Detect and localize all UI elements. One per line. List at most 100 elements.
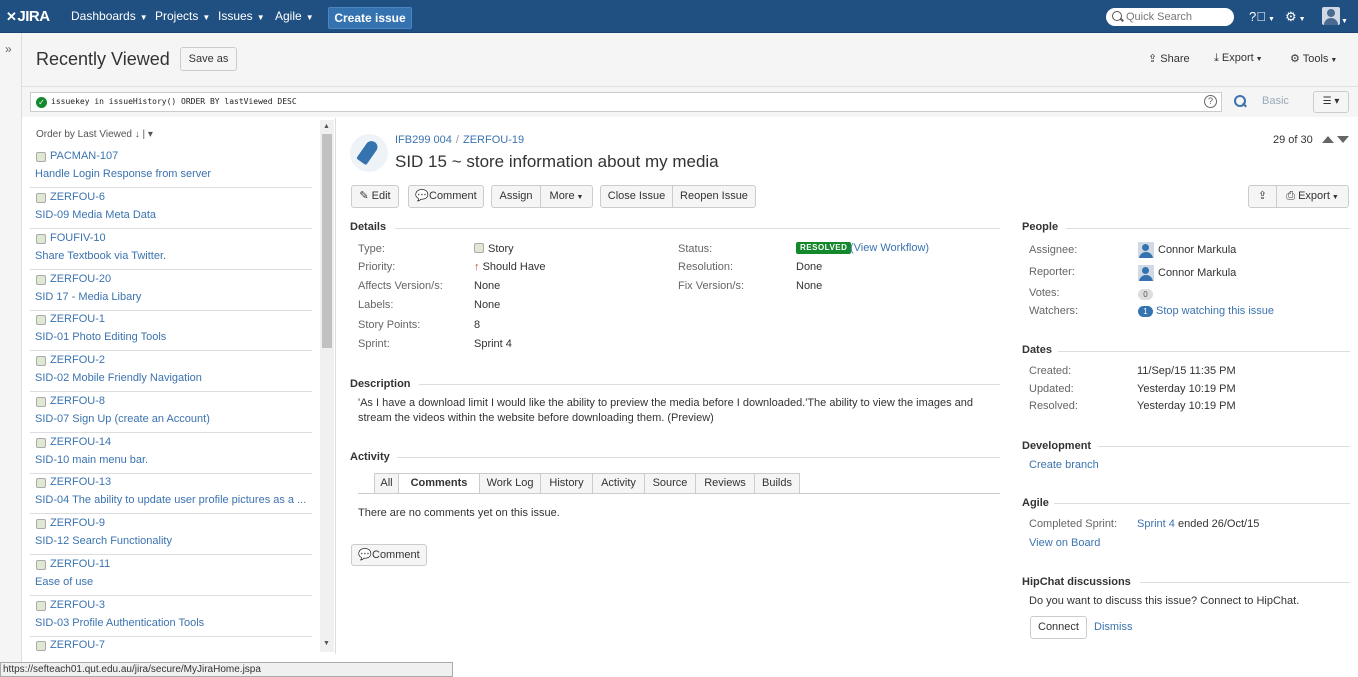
list-item[interactable]: ZERFOU-7 <box>30 637 312 654</box>
list-item[interactable]: ZERFOU-8 SID-07 Sign Up (create an Accoun… <box>30 393 312 433</box>
breadcrumb-project[interactable]: IFB299 004/ <box>395 134 463 146</box>
list-item[interactable]: ZERFOU-13 SID-04 The ability to update us… <box>30 474 312 514</box>
chevron-down-icon[interactable]: ▼ <box>1341 13 1348 30</box>
list-item[interactable]: ZERFOU-3 SID-03 Profile Authentication To… <box>30 597 312 637</box>
tab-work-log[interactable]: Work Log <box>479 473 541 494</box>
assign-button[interactable]: Assign <box>491 185 541 208</box>
description-text-line[interactable]: stream the videos within the website bef… <box>358 412 714 424</box>
list-item[interactable]: ZERFOU-20 SID 17 - Media Libary <box>30 271 312 311</box>
story-icon <box>36 193 46 203</box>
syntax-help-icon[interactable]: ? <box>1204 95 1217 108</box>
priority-up-arrow-icon: ↑ <box>474 261 483 273</box>
help-menu[interactable]: ?⃝ ▼ <box>1249 8 1275 28</box>
sprint-link[interactable]: Sprint 4 <box>1137 518 1175 530</box>
layout-switcher-button[interactable]: ☰ ▾ <box>1313 91 1349 113</box>
scroll-up-icon[interactable]: ▲ <box>323 123 330 130</box>
share-issue-button[interactable]: ⇪ <box>1248 185 1277 208</box>
reporter-label: Reporter: <box>1029 266 1075 278</box>
nav-projects[interactable]: Projects ▼ <box>155 0 210 33</box>
admin-menu[interactable]: ⚙ ▼ <box>1285 8 1306 28</box>
assignee-label: Assignee: <box>1029 244 1078 256</box>
connect-button[interactable]: Connect <box>1030 616 1087 639</box>
section-divider <box>419 384 1000 385</box>
add-comment-button[interactable]: 💬Comment <box>351 544 427 566</box>
votes-count[interactable]: 0 <box>1138 289 1153 300</box>
jql-input[interactable]: ✓ issuekey in issueHistory() ORDER BY las… <box>30 92 1222 112</box>
chevron-down-icon: ▼ <box>1298 16 1306 23</box>
reopen-issue-button[interactable]: Reopen Issue <box>672 185 756 208</box>
section-divider <box>395 228 1000 229</box>
tab-underline <box>358 493 1000 494</box>
stop-watching-link[interactable]: Stop watching this issue <box>1156 305 1274 317</box>
list-scrollbar[interactable]: ▲ ▼ <box>320 120 334 652</box>
description-text-line[interactable]: 'As I have a download limit I would like… <box>358 397 973 409</box>
search-button-icon[interactable] <box>1233 94 1247 108</box>
story-points-value[interactable]: 8 <box>474 319 480 331</box>
close-issue-button[interactable]: Close Issue <box>600 185 673 208</box>
view-workflow-link[interactable]: (View Workflow) <box>850 242 929 254</box>
next-issue-icon[interactable] <box>1337 136 1349 143</box>
tab-source[interactable]: Source <box>644 473 696 494</box>
list-item[interactable]: ZERFOU-2 SID-02 Mobile Friendly Navigatio… <box>30 352 312 392</box>
list-item[interactable]: ZERFOU-6 SID-09 Media Meta Data <box>30 189 312 229</box>
filters-sidebar-toggle[interactable]: » <box>0 33 22 663</box>
affects-version-value: None <box>474 280 501 292</box>
export-menu[interactable]: ⤓ Export ▼ <box>1214 52 1263 65</box>
scrollbar-thumb[interactable] <box>322 134 332 348</box>
edit-button[interactable]: ✎ Edit <box>351 185 399 208</box>
bug-icon <box>36 152 46 162</box>
share-button[interactable]: ⇪ Share <box>1148 52 1190 65</box>
create-branch-link[interactable]: Create branch <box>1029 459 1099 471</box>
story-points-label: Story Points: <box>358 319 421 331</box>
user-avatar-menu[interactable] <box>1322 7 1340 25</box>
jira-logo[interactable]: ✕JIRA <box>6 4 62 29</box>
breadcrumb-issue-key[interactable]: ZERFOU-19 <box>463 134 524 146</box>
expand-icon: » <box>5 42 12 56</box>
issue-title[interactable]: SID 15 ~ store information about my medi… <box>395 152 719 172</box>
nav-issues[interactable]: Issues ▼ <box>218 0 265 33</box>
section-divider <box>1140 582 1350 583</box>
pencil-icon: ✎ <box>359 190 369 202</box>
comment-button[interactable]: 💬Comment <box>408 185 484 208</box>
dismiss-link[interactable]: Dismiss <box>1094 621 1133 633</box>
save-as-button[interactable]: Save as <box>180 47 237 71</box>
tab-all[interactable]: All <box>374 473 399 494</box>
story-icon <box>36 315 46 325</box>
project-avatar[interactable] <box>350 134 388 172</box>
export-issue-button[interactable]: ⎙ Export ▼ <box>1276 185 1349 208</box>
create-issue-button[interactable]: Create issue <box>328 7 412 29</box>
resolution-label: Resolution: <box>678 261 734 273</box>
watchers-count[interactable]: 1 <box>1138 306 1153 317</box>
nav-agile[interactable]: Agile ▼ <box>275 0 314 33</box>
list-item[interactable]: FOUFIV-10 Share Textbook via Twitter. <box>30 230 312 270</box>
tab-builds[interactable]: Builds <box>754 473 800 494</box>
list-item[interactable]: ZERFOU-11 Ease of use <box>30 556 312 596</box>
quick-search-input[interactable]: Quick Search <box>1106 8 1234 26</box>
share-icon: ⇪ <box>1148 53 1161 65</box>
assignee-value[interactable]: Connor Markula <box>1158 244 1236 256</box>
tab-reviews[interactable]: Reviews <box>695 473 755 494</box>
tab-activity[interactable]: Activity <box>592 473 645 494</box>
previous-issue-icon[interactable] <box>1322 136 1334 143</box>
order-by-control[interactable]: Order by Last Viewed ↓ | ▾ <box>36 129 153 140</box>
tab-comments[interactable]: Comments <box>398 473 480 494</box>
more-menu-button[interactable]: More ▼ <box>540 185 593 208</box>
section-divider <box>1066 228 1350 229</box>
story-icon <box>36 519 46 529</box>
list-item[interactable]: PACMAN-107 Handle Login Response from ser… <box>30 148 312 188</box>
view-on-board-link[interactable]: View on Board <box>1029 537 1100 549</box>
list-item[interactable]: ZERFOU-9 SID-12 Search Functionality <box>30 515 312 555</box>
resolution-value: Done <box>796 261 823 273</box>
reporter-value[interactable]: Connor Markula <box>1158 267 1236 279</box>
labels-value[interactable]: None <box>474 299 500 311</box>
scroll-down-icon[interactable]: ▼ <box>323 640 330 647</box>
watchers-label: Watchers: <box>1029 305 1079 317</box>
resolved-value: Yesterday 10:19 PM <box>1137 400 1236 412</box>
tab-history[interactable]: History <box>540 473 593 494</box>
list-item[interactable]: ZERFOU-14 SID-10 main menu bar. <box>30 434 312 474</box>
browser-status-url: https://sefteach01.qut.edu.au/jira/secur… <box>0 662 453 677</box>
tools-menu[interactable]: ⚙ Tools ▼ <box>1290 52 1337 65</box>
list-item[interactable]: ZERFOU-1 SID-01 Photo Editing Tools <box>30 311 312 351</box>
nav-dashboards[interactable]: Dashboards ▼ <box>71 0 148 33</box>
basic-search-link[interactable]: Basic <box>1262 95 1289 107</box>
